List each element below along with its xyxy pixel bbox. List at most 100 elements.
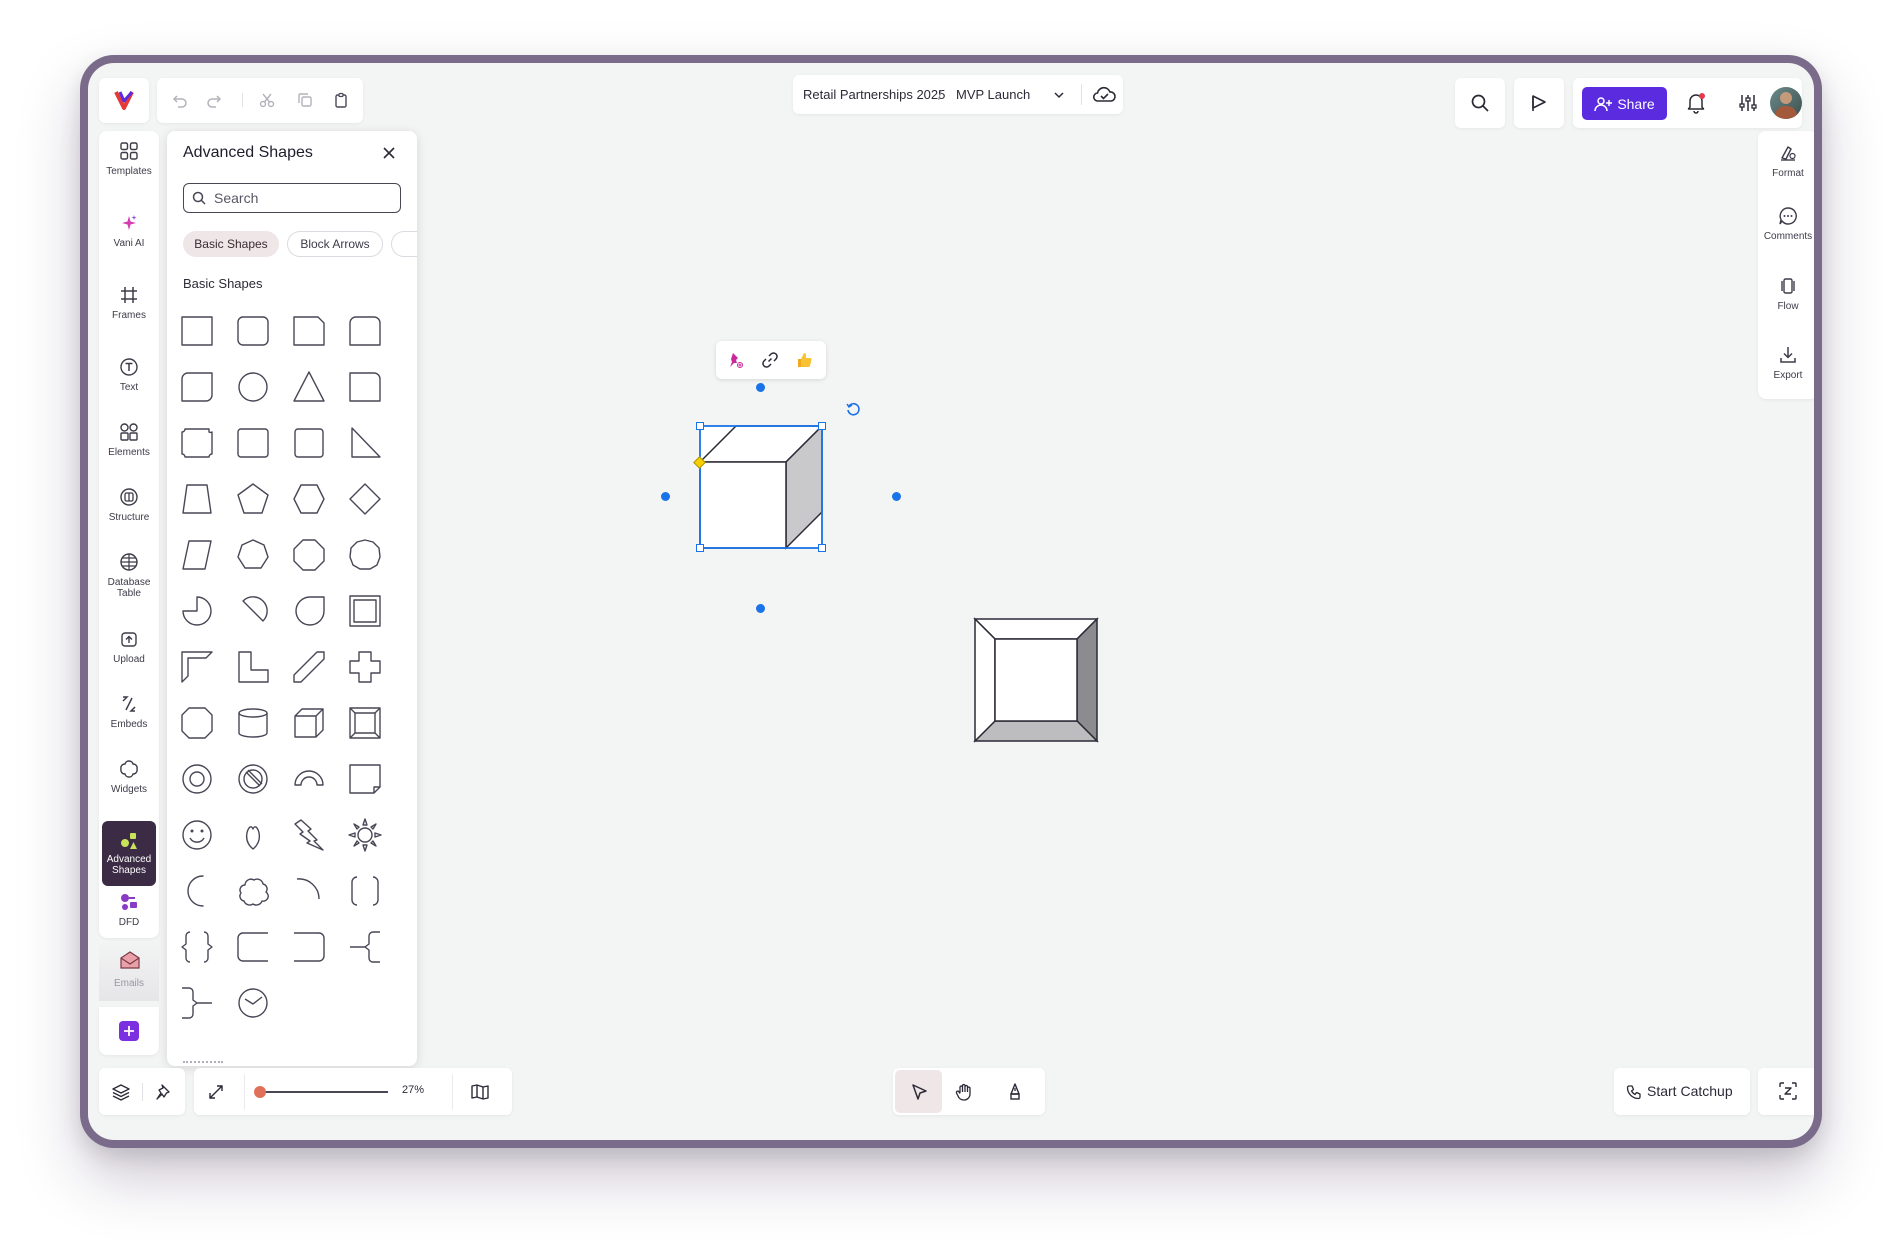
shape-parallelogram[interactable]: [177, 535, 217, 575]
shape-teardrop[interactable]: [289, 591, 329, 631]
shape-round-diagonal-rectangle[interactable]: [177, 367, 217, 407]
layers-button[interactable]: [107, 1078, 135, 1106]
share-button[interactable]: Share: [1582, 87, 1667, 120]
settings-button[interactable]: [1733, 88, 1763, 118]
shape-moon[interactable]: [177, 871, 217, 911]
shape-left-bracket[interactable]: [233, 927, 273, 967]
shape-pie[interactable]: [177, 591, 217, 631]
shape-double-brace[interactable]: [177, 927, 217, 967]
bevel-shape[interactable]: [973, 617, 1125, 769]
close-panel-button[interactable]: [379, 143, 399, 163]
reaction-button[interactable]: [791, 347, 817, 373]
zoom-level[interactable]: 27%: [402, 1084, 424, 1096]
shape-chord[interactable]: [233, 591, 273, 631]
rotate-icon[interactable]: [845, 401, 861, 417]
add-app-button[interactable]: [119, 1021, 139, 1041]
connector-handle-left[interactable]: [661, 492, 670, 501]
shape-snip-corner-rectangle[interactable]: [289, 311, 329, 351]
shape-search-input[interactable]: [212, 189, 396, 207]
hand-tool[interactable]: [949, 1077, 979, 1107]
pin-button[interactable]: [722, 347, 748, 373]
nav-widgets[interactable]: Widgets: [99, 759, 159, 795]
shape-bevel[interactable]: [345, 703, 385, 743]
shape-circle[interactable]: [233, 367, 273, 407]
shape-right-triangle[interactable]: [345, 423, 385, 463]
shape-heptagon[interactable]: [233, 535, 273, 575]
connector-handle-top[interactable]: [756, 383, 765, 392]
shape-pentagon[interactable]: [233, 479, 273, 519]
select-tool[interactable]: [895, 1070, 942, 1113]
logo-card[interactable]: [99, 78, 149, 123]
shape-heart[interactable]: [233, 815, 273, 855]
shape-right-bracket[interactable]: [289, 927, 329, 967]
shape-clock[interactable]: [233, 983, 273, 1023]
nav-structure[interactable]: Structure: [99, 487, 159, 523]
shape-cloud[interactable]: [233, 871, 273, 911]
shape-plus-cross[interactable]: [345, 647, 385, 687]
shape-frame[interactable]: [345, 591, 385, 631]
shape-bevel-rectangle[interactable]: [289, 423, 329, 463]
nav-templates[interactable]: Templates: [99, 141, 159, 177]
zia-button[interactable]: [1758, 1068, 1814, 1115]
cloud-saved-icon[interactable]: [1091, 83, 1117, 105]
notifications-button[interactable]: [1681, 88, 1711, 118]
chip-basic-shapes[interactable]: Basic Shapes: [183, 231, 279, 257]
minimap-button[interactable]: [466, 1078, 494, 1106]
undo-button[interactable]: [165, 86, 193, 114]
redo-button[interactable]: [201, 86, 229, 114]
shape-decagon[interactable]: [345, 535, 385, 575]
shape-plaque-octagon[interactable]: [177, 703, 217, 743]
copy-button[interactable]: [291, 86, 319, 114]
nav-dfd[interactable]: DFD: [99, 892, 159, 928]
shape-folded-corner[interactable]: [345, 759, 385, 799]
chip-more[interactable]: [391, 231, 417, 257]
nav-emails[interactable]: Emails: [99, 941, 159, 1001]
resize-handle-nw[interactable]: [696, 422, 704, 430]
nav-embeds[interactable]: Embeds: [99, 694, 159, 730]
nav-database-table[interactable]: Database Table: [99, 552, 159, 599]
shape-plaque[interactable]: [177, 423, 217, 463]
shape-lightning-bolt[interactable]: [289, 815, 329, 855]
cut-button[interactable]: [253, 86, 281, 114]
shape-hexagon[interactable]: [289, 479, 329, 519]
resize-handle-se[interactable]: [818, 544, 826, 552]
shape-diagonal-stripe[interactable]: [289, 647, 329, 687]
nav-frames[interactable]: Frames: [99, 285, 159, 321]
zoom-slider-knob[interactable]: [254, 1086, 266, 1098]
shape-rounded-rectangle[interactable]: [233, 311, 273, 351]
connector-handle-right[interactable]: [892, 492, 901, 501]
flow-button[interactable]: Flow: [1758, 276, 1814, 312]
shape-l-shape[interactable]: [233, 647, 273, 687]
shape-diamond[interactable]: [345, 479, 385, 519]
export-button[interactable]: Export: [1758, 345, 1814, 381]
nav-vani-ai[interactable]: Vani AI: [99, 213, 159, 249]
shape-trapezoid[interactable]: [177, 479, 217, 519]
resize-handle-sw[interactable]: [696, 544, 704, 552]
shape-can-cylinder[interactable]: [233, 703, 273, 743]
shape-round-corner-square[interactable]: [345, 367, 385, 407]
start-catchup-button[interactable]: Start Catchup: [1614, 1068, 1750, 1115]
nav-upload[interactable]: Upload: [99, 629, 159, 665]
shape-cube[interactable]: [289, 703, 329, 743]
shape-smiley-face[interactable]: [177, 815, 217, 855]
shape-rectangle[interactable]: [177, 311, 217, 351]
shape-right-brace[interactable]: [177, 983, 217, 1023]
chevron-down-icon[interactable]: [1054, 90, 1064, 100]
shape-donut[interactable]: [177, 759, 217, 799]
shape-round-top-rectangle[interactable]: [345, 311, 385, 351]
pin-tool-button[interactable]: [150, 1078, 178, 1106]
comments-button[interactable]: Comments: [1758, 206, 1814, 242]
resize-handle-ne[interactable]: [818, 422, 826, 430]
nav-text[interactable]: Text: [99, 357, 159, 393]
link-button[interactable]: [757, 347, 783, 373]
shape-half-frame[interactable]: [177, 647, 217, 687]
nav-elements[interactable]: Elements: [99, 422, 159, 458]
shape-octagon[interactable]: [289, 535, 329, 575]
shape-double-bracket[interactable]: [345, 871, 385, 911]
nav-advanced-shapes[interactable]: Advanced Shapes: [102, 821, 156, 886]
zoom-slider[interactable]: [254, 1086, 388, 1098]
pen-tool[interactable]: [1000, 1077, 1030, 1107]
shape-block-arc[interactable]: [289, 759, 329, 799]
shape-sun[interactable]: [345, 815, 385, 855]
breadcrumb-project[interactable]: Retail Partnerships 2025: [803, 87, 945, 102]
